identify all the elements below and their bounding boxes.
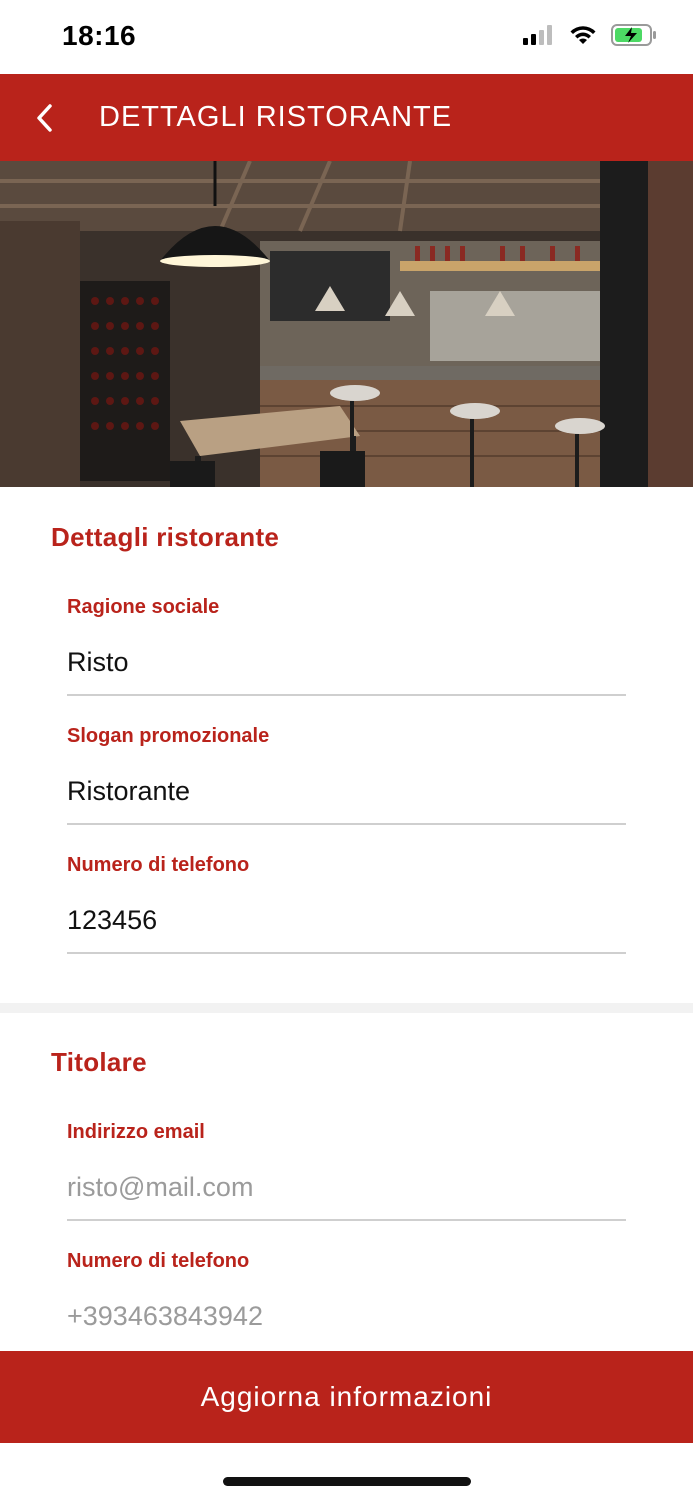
owner-email-input[interactable]: risto@mail.com	[67, 1172, 626, 1203]
slogan-field[interactable]: Slogan promozionale Ristorante	[67, 725, 626, 825]
restaurant-section-title: Dettagli ristorante	[51, 522, 280, 552]
owner-email-field[interactable]: Indirizzo email risto@mail.com	[67, 1121, 626, 1221]
company-name-field[interactable]: Ragione sociale Risto	[67, 596, 626, 696]
field-underline	[67, 694, 626, 696]
owner-phone-input[interactable]: +393463843942	[67, 1301, 626, 1332]
signal-icon	[523, 25, 552, 45]
section-divider	[0, 1003, 693, 1013]
page-title: DETTAGLI RISTORANTE	[99, 101, 453, 133]
owner-phone-field[interactable]: Numero di telefono +393463843942	[67, 1250, 626, 1332]
slogan-label: Slogan promozionale	[67, 725, 270, 747]
company-name-input[interactable]: Risto	[67, 647, 626, 678]
home-indicator	[223, 1477, 471, 1486]
status-icons	[523, 24, 657, 46]
app-bar: DETTAGLI RISTORANTE	[0, 74, 693, 161]
restaurant-phone-field[interactable]: Numero di telefono 123456	[67, 854, 626, 954]
back-arrow-icon	[37, 103, 52, 132]
battery-charging-icon	[611, 24, 656, 46]
status-bar: 18:16	[0, 0, 693, 74]
update-info-button[interactable]: Aggiorna informazioni	[0, 1351, 693, 1443]
owner-section-title: Titolare	[51, 1047, 147, 1077]
slogan-input[interactable]: Ristorante	[67, 776, 626, 807]
field-underline	[67, 823, 626, 825]
wifi-icon	[570, 26, 596, 44]
field-underline	[67, 952, 626, 954]
owner-email-label: Indirizzo email	[67, 1121, 205, 1143]
restaurant-phone-label: Numero di telefono	[67, 854, 250, 876]
field-underline	[67, 1219, 626, 1221]
restaurant-phone-input[interactable]: 123456	[67, 905, 626, 936]
status-time: 18:16	[62, 20, 137, 51]
restaurant-photo	[0, 161, 693, 487]
company-name-label: Ragione sociale	[67, 596, 220, 618]
back-button[interactable]	[0, 74, 90, 161]
owner-phone-label: Numero di telefono	[67, 1250, 250, 1272]
